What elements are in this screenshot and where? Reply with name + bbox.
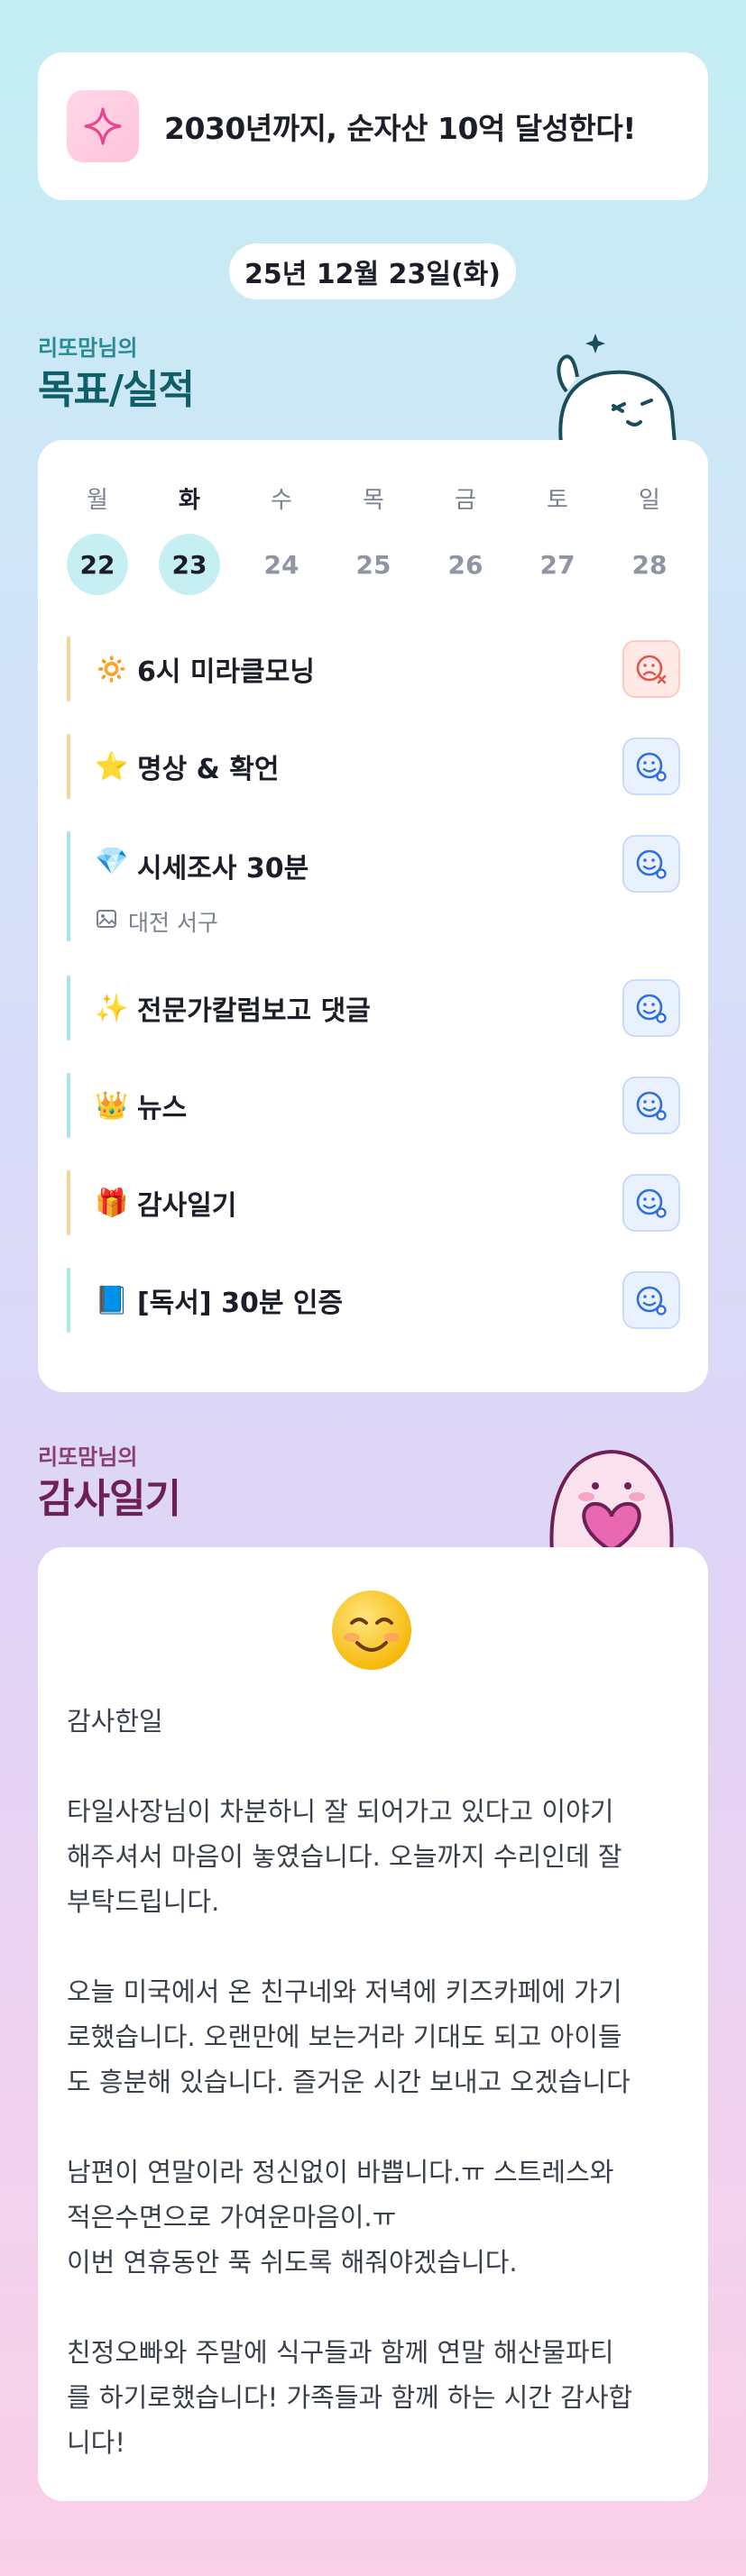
diary-paragraph: 친정오빠와 주말에 식구들과 함께 연말 해산물파티 를 하기로했습니다! 가족… bbox=[67, 2337, 633, 2458]
calendar-day[interactable]: 25 bbox=[343, 534, 404, 595]
task-item[interactable]: 🎁 감사일기 bbox=[67, 1170, 680, 1235]
goal-card[interactable]: 2030년까지, 순자산 10억 달성한다! bbox=[38, 52, 708, 200]
status-pending-icon[interactable] bbox=[622, 1174, 680, 1232]
status-pending-icon[interactable] bbox=[622, 1077, 680, 1134]
weekday-label: 토 bbox=[547, 487, 568, 514]
date-pill: 25년 12월 23일(화) bbox=[229, 243, 516, 299]
task-label: 명상 & 확언 bbox=[137, 754, 280, 785]
task-sub-note: 대전 서구 bbox=[96, 905, 218, 938]
task-accent-bar bbox=[67, 1073, 70, 1138]
calendar-day[interactable]: 26 bbox=[435, 534, 496, 595]
calendar-day[interactable]: 27 bbox=[527, 534, 588, 595]
task-item[interactable]: 👑 뉴스 bbox=[67, 1073, 680, 1138]
book-icon: 📘 bbox=[95, 1284, 129, 1316]
weekday-label: 목 bbox=[363, 487, 384, 514]
status-pending-icon[interactable] bbox=[622, 1271, 680, 1329]
sun-icon: 🔅 bbox=[95, 653, 129, 685]
diary-paragraph: 오늘 미국에서 온 친구네와 저녁에 키즈카페에 가기 로했습니다. 오랜만에 … bbox=[67, 1976, 631, 2097]
weekday-label: 화 bbox=[179, 487, 200, 514]
status-pending-icon[interactable] bbox=[622, 979, 680, 1037]
heart-mascot-icon bbox=[539, 1435, 684, 1554]
task-accent-bar bbox=[67, 1268, 70, 1333]
diary-heading: 감사한일 bbox=[67, 1706, 163, 1737]
status-pending-icon[interactable] bbox=[622, 835, 680, 893]
task-accent-bar bbox=[67, 976, 70, 1040]
status-fail-icon[interactable] bbox=[622, 640, 680, 698]
task-label: 시세조사 30분 bbox=[137, 853, 309, 885]
calendar-day[interactable]: 22 bbox=[67, 534, 128, 595]
task-accent-bar bbox=[67, 831, 70, 941]
sparkles-icon: ✨ bbox=[95, 992, 129, 1024]
calendar-day[interactable]: 28 bbox=[619, 534, 680, 595]
sparkle-icon bbox=[67, 90, 139, 162]
goal-text: 2030년까지, 순자산 10억 달성한다! bbox=[164, 111, 636, 146]
weekday-label: 일 bbox=[639, 487, 660, 514]
goals-section-title: 목표/실적 bbox=[38, 367, 195, 413]
task-accent-bar bbox=[67, 1170, 70, 1235]
calendar-day[interactable]: 23 bbox=[159, 534, 220, 595]
diary-paragraph: 남편이 연말이라 정신없이 바쁩니다.ㅠ 스트레스와 적은수면으로 가여운마음이… bbox=[67, 2157, 614, 2278]
task-label: 감사일기 bbox=[137, 1190, 237, 1222]
task-item[interactable]: ✨ 전문가칼럼보고 댓글 bbox=[67, 976, 680, 1040]
image-icon bbox=[96, 907, 119, 936]
weekday-label: 월 bbox=[87, 487, 108, 514]
task-item[interactable]: 📘 [독서] 30분 인증 bbox=[67, 1268, 680, 1333]
diary-paragraph: 타일사장님이 차분하니 잘 되어가고 있다고 이야기 해주셔서 마음이 놓였습니… bbox=[67, 1796, 622, 1917]
task-item[interactable]: ⭐ 명상 & 확언 bbox=[67, 734, 680, 799]
weekday-label: 수 bbox=[271, 487, 292, 514]
gem-icon: 💎 bbox=[95, 846, 129, 877]
task-label: [독서] 30분 인증 bbox=[137, 1288, 344, 1319]
task-item[interactable]: 🔅 6시 미라클모닝 bbox=[67, 637, 680, 701]
gratitude-section-title: 감사일기 bbox=[38, 1476, 181, 1522]
task-sub-label: 대전 서구 bbox=[128, 910, 218, 936]
task-label: 뉴스 bbox=[137, 1093, 188, 1124]
weekday-label: 금 bbox=[455, 487, 476, 514]
task-label: 전문가칼럼보고 댓글 bbox=[137, 995, 371, 1027]
gift-icon: 🎁 bbox=[95, 1187, 129, 1219]
task-label: 6시 미라클모닝 bbox=[137, 656, 315, 688]
ghost-mascot-icon bbox=[541, 326, 686, 445]
task-accent-bar bbox=[67, 734, 70, 799]
calendar-day[interactable]: 24 bbox=[251, 534, 312, 595]
crown-icon: 👑 bbox=[95, 1089, 129, 1122]
status-pending-icon[interactable] bbox=[622, 738, 680, 795]
smiling-face-icon bbox=[330, 1589, 413, 1672]
star-icon: ⭐ bbox=[95, 750, 129, 783]
task-accent-bar bbox=[67, 637, 70, 701]
